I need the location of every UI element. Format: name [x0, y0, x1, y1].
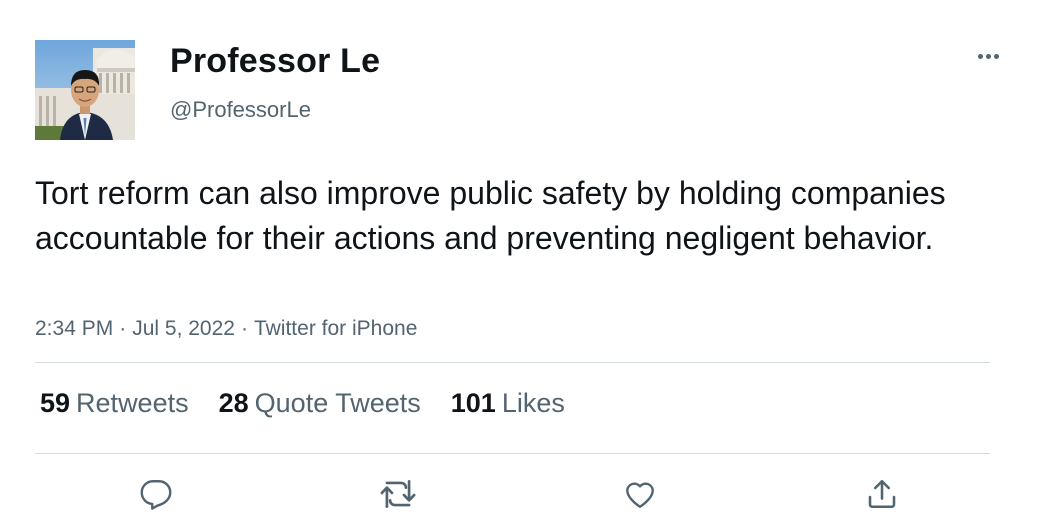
more-horizontal-icon [977, 53, 983, 59]
like-button[interactable] [620, 474, 660, 514]
more-options-button[interactable] [968, 44, 1008, 68]
share-button[interactable] [862, 474, 902, 514]
tweet-card: Professor Le @ProfessorLe Tort reform ca… [0, 0, 1050, 525]
divider [35, 453, 990, 454]
retweet-button[interactable] [378, 474, 418, 514]
quote-tweets-label: Quote Tweets [254, 388, 421, 418]
likes-stat[interactable]: 101 Likes [451, 388, 565, 419]
retweets-stat[interactable]: 59 Retweets [40, 388, 189, 419]
meta-separator: · [240, 317, 248, 340]
action-bar [0, 470, 1050, 520]
quote-tweets-count: 28 [218, 388, 249, 418]
tweet-date[interactable]: Jul 5, 2022 [132, 317, 235, 340]
avatar[interactable] [35, 40, 135, 140]
more-horizontal-icon [993, 53, 999, 59]
divider [35, 362, 990, 363]
share-icon [868, 479, 896, 509]
retweets-count: 59 [40, 388, 71, 418]
meta-separator: · [119, 317, 127, 340]
reply-button[interactable] [136, 474, 176, 514]
likes-count: 101 [450, 388, 496, 418]
reply-icon [140, 480, 172, 510]
tweet-time[interactable]: 2:34 PM [35, 317, 113, 340]
author-display-name[interactable]: Professor Le [170, 42, 380, 81]
likes-label: Likes [501, 388, 565, 418]
author-handle[interactable]: @ProfessorLe [170, 97, 311, 123]
retweet-icon [380, 479, 416, 509]
like-icon [626, 482, 654, 508]
more-horizontal-icon [985, 53, 991, 59]
tweet-meta: 2:34 PM · Jul 5, 2022 · Twitter for iPhone [35, 317, 417, 341]
quote-tweets-stat[interactable]: 28 Quote Tweets [219, 388, 421, 419]
tweet-source[interactable]: Twitter for iPhone [254, 317, 417, 340]
engagement-stats: 59 Retweets 28 Quote Tweets 101 Likes [40, 388, 595, 419]
tweet-text: Tort reform can also improve public safe… [35, 175, 946, 256]
retweets-label: Retweets [76, 388, 189, 418]
profile-photo [35, 40, 135, 140]
